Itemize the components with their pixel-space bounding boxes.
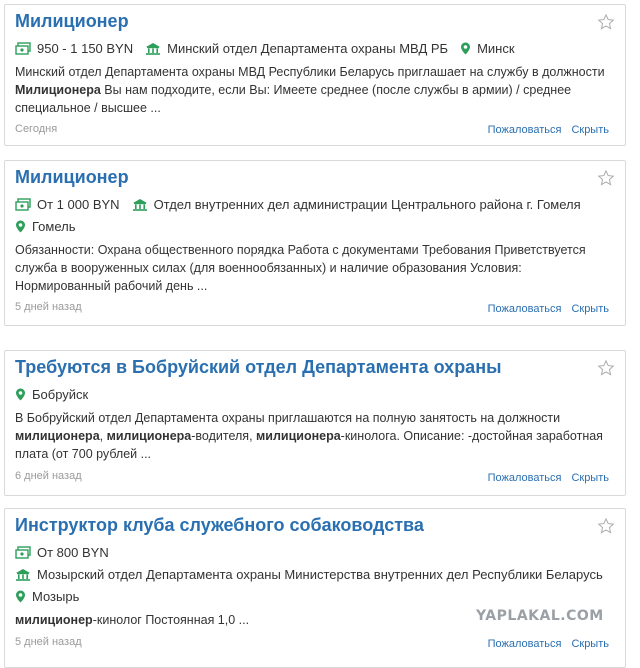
- vacancy-description: Обязанности: Охрана общественного порядк…: [15, 243, 586, 293]
- hide-link[interactable]: Скрыть: [571, 472, 609, 484]
- vacancy-title[interactable]: Требуются в Бобруйский отдел Департамент…: [15, 357, 501, 378]
- complain-link[interactable]: Пожаловаться: [488, 638, 562, 650]
- hide-link[interactable]: Скрыть: [571, 303, 609, 315]
- hide-link[interactable]: Скрыть: [571, 638, 609, 650]
- employer[interactable]: Отдел внутренних дел администрации Центр…: [154, 197, 581, 212]
- vacancy-card: Милиционер 950 - 1 150 BYN Минский отдел…: [4, 4, 626, 146]
- location-pin-icon: [461, 42, 471, 55]
- employer[interactable]: Мозырский отдел Департамента охраны Мини…: [37, 567, 603, 582]
- money-icon: [15, 42, 31, 55]
- location-pin-icon: [16, 590, 25, 603]
- favorite-star-icon[interactable]: [597, 359, 615, 377]
- location: Бобруйск: [32, 387, 89, 402]
- building-icon: [16, 569, 30, 581]
- watermark: YAPLAKAL.COM: [476, 608, 604, 624]
- money-icon: [15, 198, 31, 211]
- complain-link[interactable]: Пожаловаться: [488, 303, 562, 315]
- vacancy-meta-location: Гомель: [15, 219, 88, 234]
- employer[interactable]: Минский отдел Департамента охраны МВД РБ: [167, 41, 448, 56]
- vacancy-card: Требуются в Бобруйский отдел Департамент…: [4, 350, 626, 496]
- complain-link[interactable]: Пожаловаться: [488, 124, 562, 136]
- location: Гомель: [32, 219, 76, 234]
- vacancy-date: 5 дней назад: [15, 636, 82, 648]
- location-pin-icon: [16, 220, 25, 233]
- vacancy-card: Милиционер От 1 000 BYN Отдел внутренних…: [4, 160, 626, 326]
- location: Минск: [477, 41, 515, 56]
- vacancy-meta: От 800 BYN: [15, 545, 121, 560]
- favorite-star-icon[interactable]: [597, 169, 615, 187]
- vacancy-meta: 950 - 1 150 BYN Минский отдел Департамен…: [15, 41, 527, 56]
- vacancy-description: Минский отдел Департамента охраны МВД Ре…: [15, 65, 605, 115]
- building-icon: [146, 43, 161, 55]
- vacancy-meta-employer: Мозырский отдел Департамента охраны Мини…: [15, 567, 615, 582]
- complain-link[interactable]: Пожаловаться: [488, 472, 562, 484]
- salary: От 1 000 BYN: [37, 197, 120, 212]
- vacancy-description: В Бобруйский отдел Департамента охраны п…: [15, 411, 603, 461]
- favorite-star-icon[interactable]: [597, 13, 615, 31]
- location: Мозырь: [32, 589, 80, 604]
- money-icon: [15, 546, 31, 559]
- vacancy-card: Инструктор клуба служебного собаководств…: [4, 508, 626, 668]
- vacancy-actions: Пожаловаться Скрыть: [488, 638, 609, 650]
- vacancy-title[interactable]: Милиционер: [15, 11, 129, 32]
- vacancy-date: 5 дней назад: [15, 301, 82, 313]
- salary: От 800 BYN: [37, 545, 109, 560]
- salary: 950 - 1 150 BYN: [37, 41, 134, 56]
- vacancy-title[interactable]: Милиционер: [15, 167, 129, 188]
- vacancy-title[interactable]: Инструктор клуба служебного собаководств…: [15, 515, 424, 536]
- location-pin-icon: [16, 388, 25, 401]
- vacancy-date: Сегодня: [15, 123, 58, 135]
- hide-link[interactable]: Скрыть: [571, 124, 609, 136]
- vacancy-actions: Пожаловаться Скрыть: [488, 303, 609, 315]
- vacancy-meta: От 1 000 BYN Отдел внутренних дел админи…: [15, 197, 593, 212]
- vacancy-actions: Пожаловаться Скрыть: [488, 472, 609, 484]
- vacancy-date: 6 дней назад: [15, 470, 82, 482]
- vacancy-meta-location: Бобруйск: [15, 387, 100, 402]
- vacancy-actions: Пожаловаться Скрыть: [488, 124, 609, 136]
- favorite-star-icon[interactable]: [597, 517, 615, 535]
- building-icon: [132, 199, 147, 211]
- vacancy-meta-location: Мозырь: [15, 589, 91, 604]
